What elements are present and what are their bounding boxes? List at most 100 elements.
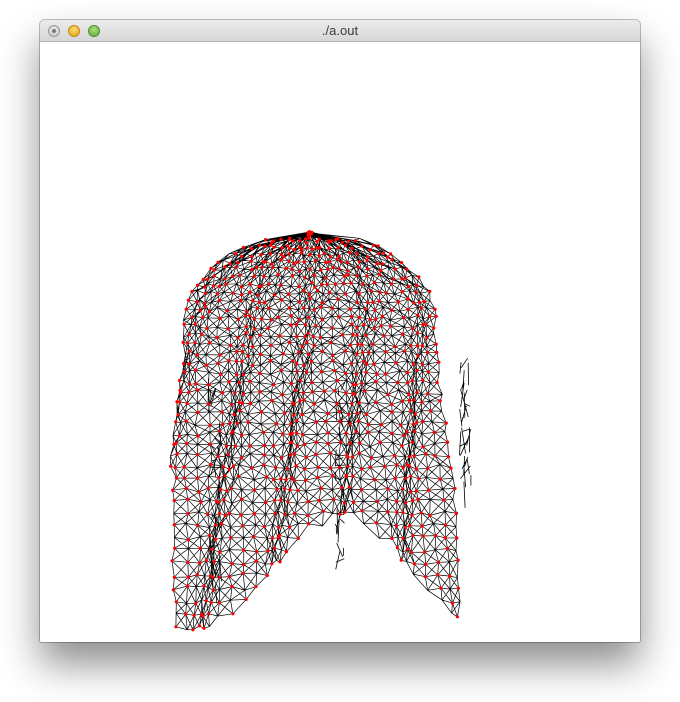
mesh-vertex — [314, 420, 318, 424]
mesh-vertex — [212, 560, 216, 564]
title-bar[interactable]: ./a.out — [40, 20, 640, 42]
mesh-vertex — [302, 306, 306, 310]
mesh-vertex — [204, 363, 208, 367]
mesh-vertex — [206, 277, 210, 281]
mesh-vertex — [227, 380, 231, 384]
mesh-vertex — [307, 315, 311, 320]
mesh-vertex — [382, 334, 386, 338]
mesh-vertex — [196, 410, 200, 415]
mesh-vertex — [346, 464, 350, 468]
mesh-vertex — [283, 411, 287, 415]
mesh-vertex — [456, 558, 460, 562]
mesh-vertex — [195, 476, 200, 480]
mesh-vertex — [328, 255, 332, 259]
mesh-vertex — [312, 402, 316, 406]
mesh-vertex — [342, 501, 347, 505]
mesh-vertex — [218, 429, 222, 433]
mesh-vertex — [297, 269, 302, 273]
mesh-vertex — [420, 363, 425, 367]
mesh-vertex — [426, 370, 430, 374]
mesh-vertex — [174, 625, 178, 629]
mesh-vertex — [395, 463, 399, 467]
mesh-vertex — [284, 550, 288, 554]
mesh-vertex — [344, 431, 348, 435]
mesh-vertex — [296, 488, 300, 492]
mesh-vertex — [268, 243, 273, 247]
mesh-vertex — [330, 306, 334, 310]
mesh-vertex — [213, 537, 217, 541]
mesh-vertex — [223, 474, 227, 478]
mesh-vertex — [196, 523, 200, 527]
mesh-vertex — [227, 467, 231, 471]
mesh-vertex — [273, 498, 277, 502]
mesh-vertex — [298, 238, 302, 243]
mesh-vertex — [278, 560, 282, 564]
mesh-vertex — [239, 513, 243, 517]
mesh-vertex — [401, 332, 405, 336]
mesh-vertex — [246, 420, 250, 424]
mesh-vertex — [279, 477, 283, 481]
mesh-vertex — [287, 259, 291, 263]
mesh-vertex — [376, 244, 380, 248]
mesh-vertex — [315, 289, 320, 293]
mesh-vertex — [379, 423, 383, 427]
mesh-vertex — [410, 440, 415, 444]
mesh-vertex — [343, 349, 347, 353]
mesh-vertex — [216, 260, 220, 264]
mesh-vertex — [252, 317, 256, 321]
mesh-vertex — [403, 501, 408, 505]
mesh-vertex — [429, 409, 433, 413]
mesh-vertex — [371, 342, 375, 346]
mesh-vertex — [399, 423, 403, 427]
mesh-vertex — [194, 601, 198, 605]
mesh-vertex — [224, 282, 228, 286]
mesh-vertex — [303, 237, 308, 241]
mesh-vertex — [339, 440, 343, 444]
mesh-vertex — [319, 305, 323, 309]
mesh-vertex — [318, 245, 322, 249]
mesh-vertex — [432, 430, 437, 435]
mesh-vertex — [227, 575, 231, 579]
mesh-vertex — [172, 523, 176, 527]
mesh-vertex — [297, 284, 301, 289]
mesh-vertex — [223, 277, 227, 281]
mesh-vertex — [279, 237, 283, 241]
mesh-vertex — [269, 359, 273, 363]
mesh-vertex — [202, 626, 206, 630]
mesh-vertex — [426, 392, 430, 396]
mesh-vertex — [366, 267, 370, 271]
mesh-vertex — [409, 474, 413, 478]
mesh-vertex — [355, 352, 359, 356]
mesh-vertex — [192, 613, 196, 617]
mesh-vertex — [355, 326, 359, 330]
mesh-vertex — [416, 313, 420, 317]
mesh-vertex — [292, 478, 296, 482]
mesh-vertex — [378, 273, 382, 277]
mesh-vertex — [406, 297, 410, 301]
mesh-vertex — [362, 323, 366, 327]
mesh-vertex — [279, 456, 284, 460]
mesh-vertex — [351, 500, 356, 504]
mesh-vertex — [446, 547, 450, 551]
mesh-vertex — [225, 309, 229, 313]
render-canvas[interactable] — [40, 42, 640, 642]
mesh-vertex — [174, 600, 178, 604]
mesh-vertex — [327, 291, 332, 295]
mesh-vertex — [281, 352, 285, 356]
mesh-vertex — [361, 350, 365, 354]
mesh-vertex — [215, 336, 219, 340]
mesh-vertex — [228, 421, 232, 425]
mesh-vertex — [295, 419, 299, 423]
mesh-vertex — [207, 612, 211, 616]
mesh-vertex — [416, 354, 420, 358]
mesh-vertex — [405, 370, 409, 375]
mesh-vertex — [358, 441, 362, 445]
mesh-vertex — [279, 368, 283, 372]
mesh-vertex — [439, 586, 443, 590]
mesh-vertex — [184, 486, 188, 490]
mesh-vertex — [390, 257, 394, 262]
mesh-vertex — [314, 259, 318, 263]
mesh-vertex — [237, 400, 241, 405]
mesh-vertex — [260, 317, 264, 321]
mesh-vertex — [320, 349, 325, 353]
